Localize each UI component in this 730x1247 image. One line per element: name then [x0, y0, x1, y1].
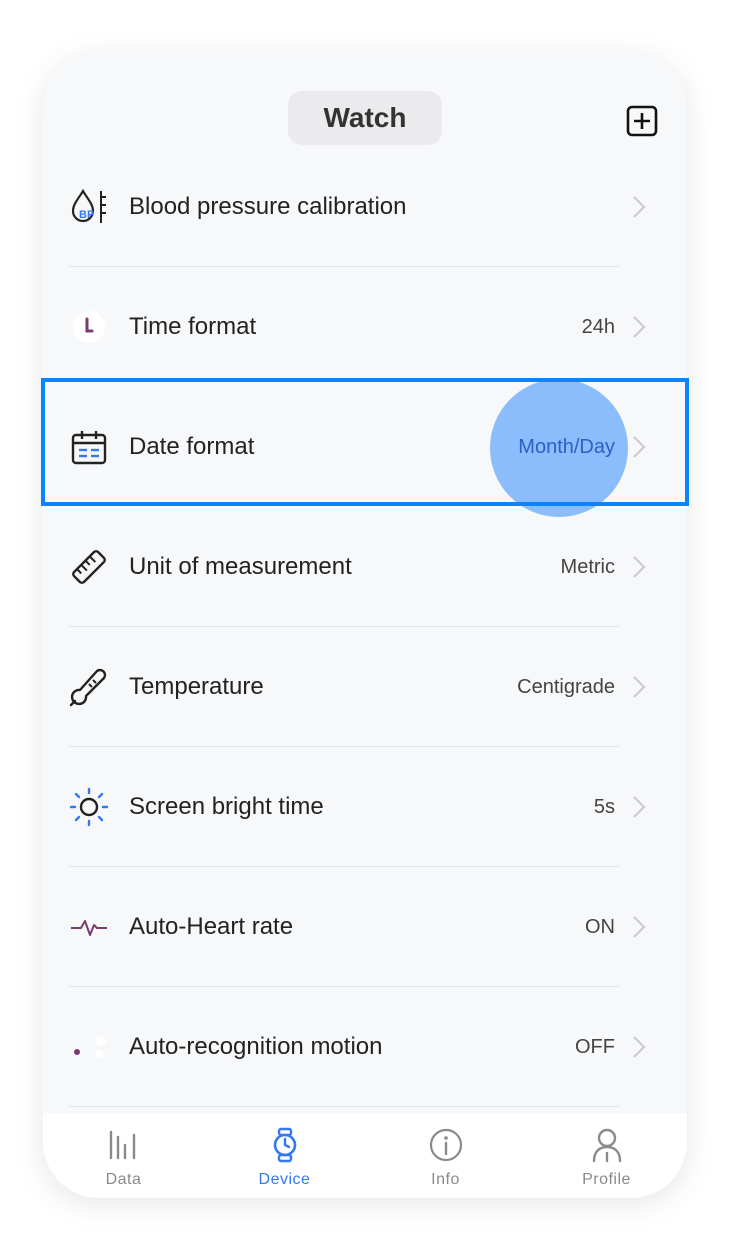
motion-icon	[69, 1027, 109, 1067]
calendar-icon	[69, 427, 109, 467]
setting-label: Auto-recognition motion	[129, 1033, 383, 1060]
thermometer-icon	[69, 667, 109, 707]
setting-label: Screen bright time	[129, 793, 324, 820]
svg-text:BP: BP	[79, 209, 94, 221]
setting-label: Time format	[129, 313, 257, 340]
setting-row-unit[interactable]: Unit of measurement Metric	[43, 507, 687, 627]
chevron-right-icon	[633, 1036, 646, 1058]
chevron-right-icon	[633, 676, 646, 698]
setting-row-heart-rate[interactable]: Auto-Heart rate ON	[43, 867, 687, 987]
divider	[69, 1106, 619, 1107]
tab-info[interactable]: Info	[365, 1113, 526, 1198]
page-title[interactable]: Watch	[288, 91, 442, 145]
person-icon	[592, 1128, 621, 1163]
setting-value: ON	[585, 916, 615, 938]
chevron-right-icon	[633, 556, 646, 578]
setting-row-blood-pressure[interactable]: BP Blood pressure calibration	[43, 147, 687, 267]
setting-row-temperature[interactable]: Temperature Centigrade	[43, 627, 687, 747]
clock-icon	[69, 307, 109, 347]
settings-list: BP Blood pressure calibration Time forma…	[43, 147, 687, 1107]
setting-label: Temperature	[129, 673, 264, 700]
phone-screen: Watch BP Blood pressure calibration Time…	[43, 52, 687, 1198]
tab-profile[interactable]: Profile	[526, 1113, 687, 1198]
chevron-right-icon	[633, 916, 646, 938]
tab-label: Info	[431, 1171, 460, 1188]
header: Watch	[43, 52, 687, 162]
blood-pressure-icon: BP	[69, 187, 109, 227]
setting-row-motion[interactable]: Auto-recognition motion OFF	[43, 987, 687, 1107]
setting-row-time-format[interactable]: Time format 24h	[43, 267, 687, 387]
tab-label: Data	[105, 1171, 142, 1188]
heartbeat-icon	[69, 907, 109, 947]
setting-label: Date format	[129, 433, 255, 460]
setting-value: 24h	[581, 316, 615, 338]
bottom-tab-bar: Data Device Info Profile	[43, 1113, 687, 1198]
setting-label: Auto-Heart rate	[129, 913, 294, 940]
chevron-right-icon	[633, 436, 646, 458]
setting-label: Unit of measurement	[129, 553, 352, 580]
watch-icon	[273, 1127, 296, 1163]
sun-icon	[69, 787, 109, 827]
setting-value: Metric	[560, 556, 615, 578]
info-icon	[429, 1128, 462, 1162]
tab-device[interactable]: Device	[204, 1113, 365, 1198]
ruler-icon	[69, 547, 109, 587]
chevron-right-icon	[633, 316, 646, 338]
setting-label: Blood pressure calibration	[129, 193, 407, 220]
setting-row-screen-bright[interactable]: Screen bright time 5s	[43, 747, 687, 867]
tab-label: Profile	[582, 1171, 631, 1188]
chevron-right-icon	[633, 796, 646, 818]
setting-row-date-format[interactable]: Date format Month/Day	[43, 379, 687, 517]
chevron-right-icon	[633, 196, 646, 218]
add-device-icon[interactable]	[626, 105, 658, 137]
bars-icon	[109, 1130, 135, 1160]
setting-value: OFF	[575, 1036, 615, 1058]
tab-label: Device	[258, 1171, 311, 1188]
setting-value: 5s	[593, 796, 615, 818]
tab-data[interactable]: Data	[43, 1113, 204, 1198]
setting-value: Month/Day	[518, 436, 615, 458]
setting-value: Centigrade	[517, 676, 615, 698]
